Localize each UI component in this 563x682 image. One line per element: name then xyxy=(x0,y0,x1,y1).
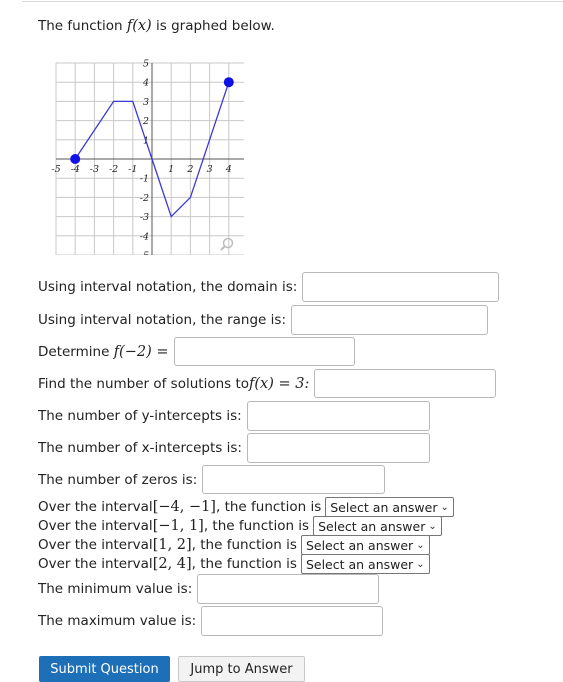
endpoint-dot xyxy=(223,77,234,88)
interval-3-math: [1, 2] xyxy=(152,537,192,553)
minimum-input[interactable] xyxy=(197,574,380,604)
interval-row-1: Over the interval [−4, −1], the function… xyxy=(38,497,454,517)
solutions-math: f(x) = 3: xyxy=(249,375,310,392)
interval-3-select[interactable]: Select an answer ⌄ xyxy=(300,535,430,555)
x-intercepts-label: The number of x-intercepts is: xyxy=(38,440,242,456)
chevron-down-icon: ⌄ xyxy=(416,558,425,570)
question-intro: The function f(x) is graphed below. xyxy=(38,18,275,34)
determine-input[interactable] xyxy=(173,337,355,366)
interval-suffix: , the function is xyxy=(191,556,297,572)
submit-question-button[interactable]: Submit Question xyxy=(39,656,170,682)
maximum-input[interactable] xyxy=(201,606,384,636)
solutions-input[interactable] xyxy=(314,369,497,398)
intro-text: The function xyxy=(38,18,127,34)
zeros-input[interactable] xyxy=(202,465,386,494)
interval-4-math: [2, 4] xyxy=(152,556,192,572)
x-intercepts-row: The number of x-intercepts is: xyxy=(38,433,430,463)
x-tick-label: 4 xyxy=(225,164,232,175)
interval-1-math: [−4, −1] xyxy=(152,499,216,515)
chevron-down-icon: ⌄ xyxy=(440,501,449,513)
interval-suffix: , the function is xyxy=(215,499,322,515)
y-tick-label: 2 xyxy=(142,116,149,127)
y-tick-label: -4 xyxy=(140,231,149,242)
maximum-label: The maximum value is: xyxy=(38,613,197,629)
select-text: Select an answer xyxy=(305,556,414,572)
y-intercepts-label: The number of y-intercepts is: xyxy=(38,408,242,424)
y-tick-label: 4 xyxy=(142,78,149,89)
function-graph: -5-4-3-2-11234554321-1-2-3-4-5 xyxy=(51,59,244,256)
range-row: Using interval notation, the range is: xyxy=(38,305,488,335)
interval-suffix: , the function is xyxy=(191,537,297,553)
x-intercepts-input[interactable] xyxy=(246,433,430,463)
x-tick-label: -5 xyxy=(51,164,60,175)
range-input[interactable] xyxy=(291,305,488,335)
interval-row-4: Over the interval [2, 4], the function i… xyxy=(38,554,430,574)
y-tick-label: -5 xyxy=(140,251,149,256)
interval-2-math: [−1, 1] xyxy=(152,518,204,534)
range-label: Using interval notation, the range is: xyxy=(38,312,286,328)
x-tick-label: -1 xyxy=(128,164,137,175)
y-tick-label: -2 xyxy=(140,193,149,204)
graph-tick-labels: -5-4-3-2-11234554321-1-2-3-4-5 xyxy=(51,59,232,256)
domain-label: Using interval notation, the domain is: xyxy=(38,279,298,295)
interval-row-2: Over the interval [−1, 1], the function … xyxy=(38,516,442,536)
zeros-row: The number of zeros is: xyxy=(38,465,386,494)
interval-prefix: Over the interval xyxy=(38,499,153,515)
determine-row: Determine f(−2) = xyxy=(38,337,355,366)
determine-label: Determine xyxy=(38,343,110,360)
intro-math: f(x) xyxy=(126,18,152,34)
chevron-down-icon: ⌄ xyxy=(416,539,425,551)
x-tick-label: -3 xyxy=(90,164,99,175)
y-tick-label: -1 xyxy=(140,174,149,185)
maximum-row: The maximum value is: xyxy=(38,606,384,636)
endpoint-dot xyxy=(70,154,81,164)
question-page: The function f(x) is graphed below. -5 -4… xyxy=(0,0,563,682)
jump-to-answer-button[interactable]: Jump to Answer xyxy=(178,656,305,682)
interval-prefix: Over the interval xyxy=(38,518,153,534)
x-tick-label: -4 xyxy=(71,164,80,175)
y-intercepts-row: The number of y-intercepts is: xyxy=(38,401,430,431)
x-tick-label: -2 xyxy=(109,164,118,175)
chevron-down-icon: ⌄ xyxy=(428,520,437,532)
solutions-row: Find the number of solutions to f(x) = 3… xyxy=(38,369,497,398)
graph-axes xyxy=(56,63,244,255)
y-tick-label: 5 xyxy=(143,59,149,70)
select-text: Select an answer xyxy=(330,499,438,515)
zeros-label: The number of zeros is: xyxy=(38,471,198,488)
interval-row-3: Over the interval [1, 2], the function i… xyxy=(38,535,430,555)
interval-1-select[interactable]: Select an answer ⌄ xyxy=(325,497,454,517)
interval-prefix: Over the interval xyxy=(38,537,153,553)
x-tick-label: 3 xyxy=(207,164,213,175)
y-tick-label: -3 xyxy=(140,212,149,223)
minimum-label: The minimum value is: xyxy=(38,581,193,597)
minimum-row: The minimum value is: xyxy=(38,574,380,604)
select-text: Select an answer xyxy=(305,537,414,553)
interval-prefix: Over the interval xyxy=(38,556,153,572)
intro-text-end: is graphed below. xyxy=(151,18,275,34)
divider xyxy=(22,1,563,2)
determine-math: f(−2) = xyxy=(113,343,169,360)
domain-row: Using interval notation, the domain is: xyxy=(38,272,500,302)
domain-input[interactable] xyxy=(302,272,500,302)
interval-4-select[interactable]: Select an answer ⌄ xyxy=(300,554,430,574)
interval-suffix: , the function is xyxy=(203,518,310,534)
zoom-icon[interactable] xyxy=(220,237,234,251)
solutions-label: Find the number of solutions to xyxy=(38,375,250,392)
y-intercepts-input[interactable] xyxy=(246,401,430,431)
interval-2-select[interactable]: Select an answer ⌄ xyxy=(313,516,442,536)
x-tick-label: 1 xyxy=(168,164,174,175)
select-text: Select an answer xyxy=(318,518,426,534)
x-tick-label: 2 xyxy=(186,164,193,175)
y-tick-label: 3 xyxy=(143,97,149,108)
